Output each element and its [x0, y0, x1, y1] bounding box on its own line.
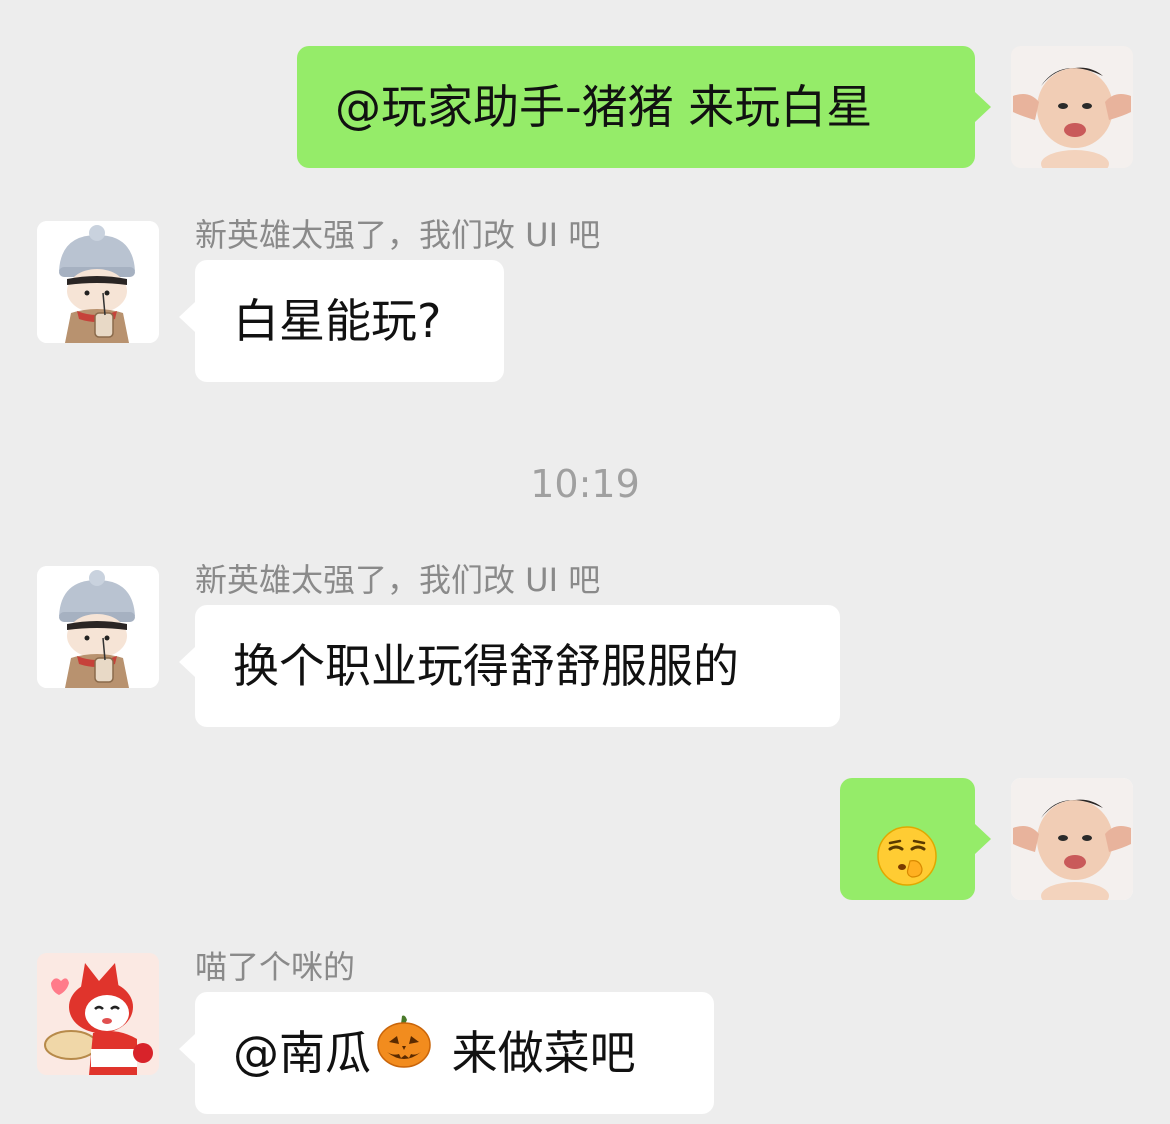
jack-o-lantern-emoji: [375, 993, 433, 1115]
red-cat-avatar[interactable]: [37, 953, 159, 1075]
cartoon-girl-avatar[interactable]: [37, 566, 159, 688]
message-text-mention: @南瓜: [233, 1026, 371, 1080]
message-bubble[interactable]: @南瓜 来做菜吧: [195, 992, 714, 1114]
sender-name: 新英雄太强了，我们改 UI 吧: [195, 216, 601, 254]
timestamp: 10:19: [530, 462, 640, 506]
message-bubble[interactable]: 换个职业玩得舒舒服服的: [195, 605, 840, 727]
message-bubble[interactable]: 白星能玩?: [195, 260, 504, 382]
message-bubble[interactable]: [840, 778, 975, 900]
message-text: 换个职业玩得舒舒服服的: [233, 639, 739, 693]
shushing-face-emoji: [876, 810, 938, 932]
message-bubble[interactable]: @玩家助手-猪猪 来玩白星: [297, 46, 975, 168]
sender-name: 喵了个咪的: [195, 948, 356, 986]
baby-photo-avatar[interactable]: [1011, 46, 1133, 168]
message-text: 来做菜吧: [437, 1026, 636, 1080]
baby-photo-avatar[interactable]: [1011, 778, 1133, 900]
sender-name: 新英雄太强了，我们改 UI 吧: [195, 561, 601, 599]
message-text: 白星能玩?: [233, 294, 442, 348]
cartoon-girl-avatar[interactable]: [37, 221, 159, 343]
message-text: @玩家助手-猪猪 来玩白星: [335, 80, 873, 134]
